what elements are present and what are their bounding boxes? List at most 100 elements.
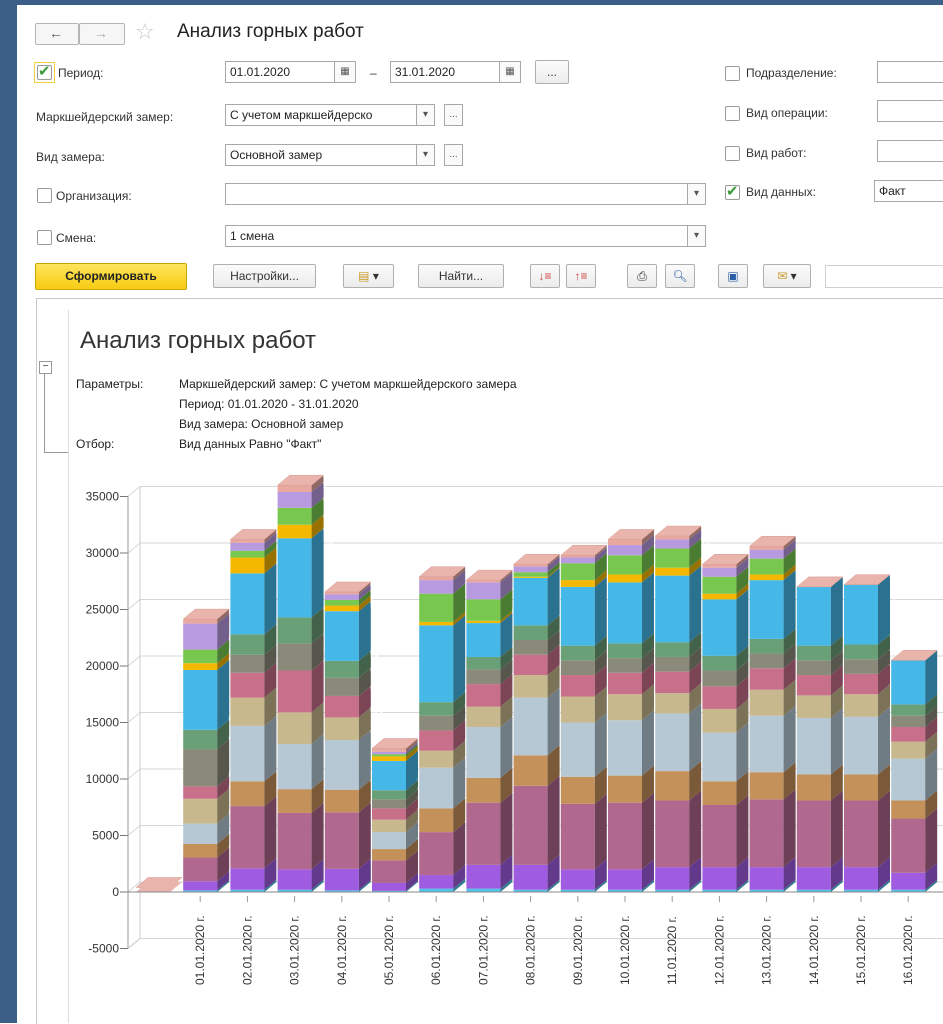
- bar-segment: [466, 656, 501, 670]
- bar-segment: [466, 777, 501, 803]
- bar-segment: [230, 550, 265, 558]
- bar-segment: [183, 843, 218, 858]
- bar-segment: [183, 619, 218, 624]
- bar-segment: [277, 789, 312, 813]
- bar-segment: [324, 717, 359, 741]
- bar-segment: [702, 867, 737, 890]
- bar-segment: [702, 564, 737, 568]
- bar-segment: [513, 864, 548, 890]
- bar-segment: [419, 888, 454, 892]
- bar-segment: [891, 660, 926, 705]
- bar-segment: [608, 539, 642, 546]
- bar-segment: [702, 576, 737, 594]
- bar-segment: [324, 695, 359, 718]
- bar-segment-side: [642, 792, 654, 870]
- bar-segment: [324, 605, 359, 612]
- bar-segment-side: [547, 687, 560, 756]
- gridline: [127, 825, 141, 836]
- bar-segment: [796, 800, 831, 868]
- bar-segment: [796, 867, 831, 890]
- bar-segment: [702, 804, 737, 868]
- x-tick-label: 16.01.2020 г.: [901, 915, 915, 985]
- bar-segment: [419, 750, 454, 768]
- bar-segment: [655, 693, 690, 714]
- gridline: [127, 768, 141, 780]
- bar-segment: [277, 538, 312, 618]
- bar-segment: [419, 576, 454, 581]
- y-tick-label: 10000: [86, 772, 120, 786]
- bar-segment: [277, 617, 312, 644]
- bar-segment: [608, 582, 642, 644]
- bar-segment: [513, 564, 548, 567]
- bar-segment: [749, 546, 784, 550]
- bar-segment: [655, 671, 690, 694]
- bar-segment: [277, 524, 312, 539]
- bar-segment-side: [547, 567, 560, 626]
- bar-segment: [230, 654, 265, 673]
- bar-segment: [655, 575, 690, 643]
- x-tick-label: 13.01.2020 г.: [760, 915, 774, 985]
- bar-segment: [230, 806, 265, 869]
- gridline: [127, 655, 141, 667]
- x-tick-label: 10.01.2020 г.: [618, 915, 632, 985]
- bar-segment-side: [783, 570, 796, 639]
- bar-segment: [372, 819, 406, 833]
- x-tick-label: 15.01.2020 г.: [854, 915, 868, 985]
- bar-segment-side: [689, 703, 702, 772]
- bar-segment: [560, 675, 595, 697]
- bar-segment: [324, 660, 359, 678]
- bar-segment: [702, 670, 737, 687]
- y-tick-label: 20000: [86, 659, 120, 673]
- x-tick-label: 07.01.2020 г.: [476, 915, 490, 985]
- bar-segment-side: [264, 715, 277, 782]
- bar-segment: [372, 754, 406, 757]
- bar-segment: [749, 574, 784, 581]
- bar-segment-side: [830, 790, 843, 868]
- gridline: [127, 599, 141, 610]
- bar-segment: [513, 755, 548, 786]
- bar-segment: [183, 663, 218, 670]
- bar-segment: [466, 802, 501, 865]
- y-tick-label: -5000: [88, 942, 119, 956]
- stacked-bar-chart: 35000 30000 25000 20000 15000 10000 5000 0 -5000…: [86, 474, 943, 985]
- bar-segment-side: [642, 710, 654, 776]
- bar-segment: [608, 869, 642, 890]
- bar-segment: [419, 593, 454, 622]
- bar-segment: [513, 654, 548, 676]
- x-tick-label: 12.01.2020 г.: [712, 915, 726, 985]
- bar-segment-side: [783, 705, 796, 773]
- y-tick-label: 30000: [86, 546, 120, 560]
- bar-segment: [891, 715, 926, 728]
- bar-segment: [891, 727, 926, 742]
- bar-segment: [513, 640, 548, 655]
- series-connector: [700, 525, 715, 555]
- bar-segment: [844, 644, 878, 660]
- bar-segment: [324, 740, 359, 790]
- bar-segment: [466, 582, 501, 600]
- bar-segment: [419, 767, 454, 809]
- bar-segment: [277, 491, 312, 508]
- bar-segment: [844, 867, 878, 890]
- bar-segment-side: [311, 528, 324, 618]
- bar-segment-side: [878, 790, 890, 868]
- bar-segment: [324, 789, 359, 813]
- bar-segment: [277, 869, 312, 890]
- bar-segment: [324, 599, 359, 606]
- bar-segment: [844, 673, 878, 695]
- x-tick-label: 01.01.2020 г.: [193, 915, 207, 985]
- bar-segment: [466, 706, 501, 728]
- bar-segment: [324, 868, 359, 891]
- bar-segment-side: [830, 707, 843, 775]
- bar-segment: [419, 808, 454, 833]
- bar-segment-side: [311, 802, 324, 870]
- x-tick-label: 08.01.2020 г.: [524, 915, 538, 985]
- bar-segment-side: [736, 722, 749, 782]
- bar-segment: [560, 776, 595, 804]
- bar-segment: [419, 702, 454, 716]
- bar-segment: [419, 715, 454, 731]
- x-tick-label: 03.01.2020 г.: [288, 915, 302, 985]
- bar-segment: [749, 653, 784, 669]
- bar-segment: [372, 860, 406, 883]
- bar-segment: [372, 799, 406, 809]
- bar-segment: [608, 720, 642, 776]
